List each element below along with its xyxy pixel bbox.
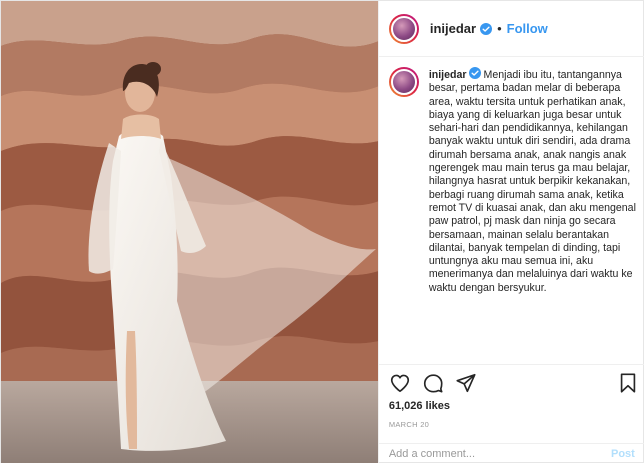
separator-dot: • [497,21,502,36]
comment-input[interactable] [388,448,611,460]
comment-icon[interactable] [422,372,444,394]
likes-count[interactable]: 61,026 likes [389,400,450,412]
caption: inijedar Menjadi ibu itu, tantangannya be… [388,67,639,359]
action-bar [389,372,639,396]
avatar[interactable] [388,13,419,44]
post-date[interactable]: MARCH 20 [389,420,429,429]
verified-badge-icon [480,22,493,35]
share-icon[interactable] [455,372,477,394]
post-photo[interactable] [1,1,378,463]
bookmark-icon[interactable] [617,372,639,394]
username-link[interactable]: inijedar [430,21,476,36]
caption-username-link[interactable]: inijedar [429,69,467,81]
instagram-post: inijedar • Follow inijedar Menjadi ibu it… [0,0,644,463]
caption-text: Menjadi ibu itu, tantangannya besar, per… [428,69,636,294]
follow-button[interactable]: Follow [507,21,548,36]
caption-avatar[interactable] [388,67,419,97]
post-header: inijedar • Follow [378,1,644,57]
post-sidebar: inijedar • Follow inijedar Menjadi ibu it… [377,1,644,463]
comment-bar: Post [378,443,644,463]
post-comment-button[interactable]: Post [611,448,635,460]
verified-badge-icon [468,67,481,79]
divider [378,364,644,365]
heart-icon[interactable] [389,372,411,394]
caption-text-block: inijedar Menjadi ibu itu, tantangannya be… [429,67,639,359]
photo-illustration [1,1,378,463]
